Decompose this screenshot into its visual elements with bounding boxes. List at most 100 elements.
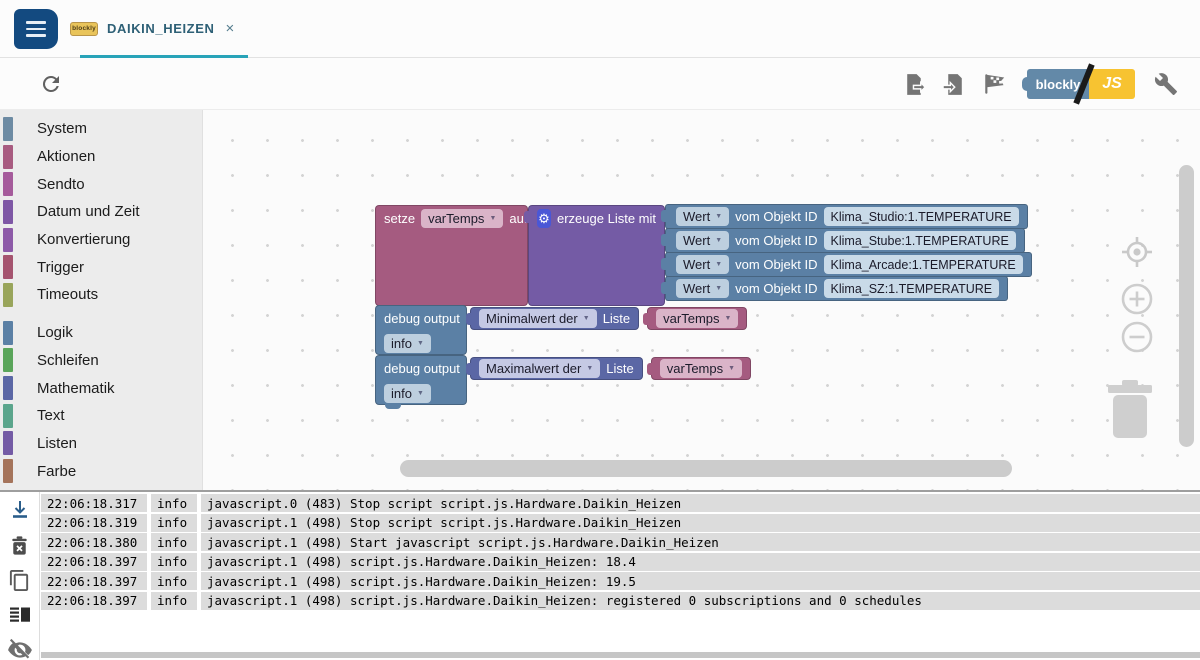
palette-category-trigger[interactable]: Trigger: [0, 253, 202, 281]
palette-category-text[interactable]: Text: [0, 402, 202, 430]
log-output: 22:06:18.317infojavascript.0 (483) Stop …: [41, 494, 1200, 611]
block-get-value-4[interactable]: Wert ▼ vom Objekt ID Klima_SZ:1.TEMPERATU…: [665, 276, 1008, 301]
value-type: Wert: [683, 257, 710, 272]
value-type: Wert: [683, 233, 710, 248]
minmax-dropdown[interactable]: Minimalwert der ▼: [479, 309, 597, 328]
log-time: 22:06:18.397: [41, 572, 147, 590]
log-severity: info: [151, 494, 197, 512]
block-get-value-1[interactable]: Wert▼ vom Objekt ID Klima_Studio:1.TEMPE…: [665, 204, 1028, 229]
variable-dropdown[interactable]: varTemps▼: [660, 359, 742, 378]
log-copy-button[interactable]: [7, 568, 33, 592]
palette-category-logik[interactable]: Logik: [0, 319, 202, 347]
palette-category-system[interactable]: System: [0, 115, 202, 143]
value-type-dropdown[interactable]: Wert ▼: [676, 255, 729, 274]
value-type-dropdown[interactable]: Wert▼: [676, 231, 729, 250]
chevron-down-icon: ▼: [417, 390, 424, 397]
value-type: Wert: [683, 209, 710, 224]
variable-value: varTemps: [667, 361, 723, 376]
value-type: Wert: [683, 281, 710, 296]
set-label: setze: [384, 211, 415, 226]
palette-category-konvertierung[interactable]: Konvertierung: [0, 226, 202, 254]
palette-category-mathematik[interactable]: Mathematik: [0, 374, 202, 402]
block-get-variable-1[interactable]: varTemps▼: [647, 307, 747, 330]
block-debug-output-2[interactable]: debug output info▼: [375, 355, 467, 405]
log-clear-button[interactable]: [7, 533, 33, 557]
log-horizontal-scrollbar[interactable]: [41, 652, 1200, 658]
js-mode-label: JS: [1089, 69, 1135, 99]
object-id-field[interactable]: Klima_Stube:1.TEMPERATURE: [824, 231, 1016, 250]
log-level-dropdown[interactable]: info▼: [384, 384, 431, 403]
category-color-strip: [3, 117, 13, 141]
object-id-field[interactable]: Klima_SZ:1.TEMPERATURE: [824, 279, 1000, 298]
log-level: info: [391, 336, 412, 351]
value-type-dropdown[interactable]: Wert▼: [676, 207, 729, 226]
category-label: Text: [37, 407, 65, 424]
log-level-dropdown[interactable]: info▼: [384, 334, 431, 353]
blockly-js-toggle[interactable]: blockly JS: [1027, 69, 1135, 99]
log-panel: 22:06:18.317infojavascript.0 (483) Stop …: [0, 492, 1200, 660]
import-blocks-button[interactable]: [942, 72, 967, 97]
puzzle-nub-icon: [1022, 77, 1032, 91]
refresh-icon: [39, 72, 63, 96]
palette-category-datum-und-zeit[interactable]: Datum und Zeit: [0, 198, 202, 226]
palette-category-aktionen[interactable]: Aktionen: [0, 143, 202, 171]
palette-category-listen[interactable]: Listen: [0, 430, 202, 458]
block-get-value-2[interactable]: Wert▼ vom Objekt ID Klima_Stube:1.TEMPER…: [665, 228, 1025, 253]
variable-dropdown[interactable]: varTemps▼: [656, 309, 738, 328]
gear-icon[interactable]: ⚙: [537, 209, 551, 228]
tab-close-icon[interactable]: ×: [223, 19, 236, 38]
category-label: Trigger: [37, 259, 84, 276]
log-download-button[interactable]: [7, 498, 33, 522]
debug-input-row-1: Minimalwert der▼ Liste varTemps▼: [470, 307, 747, 330]
variable-dropdown[interactable]: varTemps▼: [421, 209, 503, 228]
minmax-value: Minimalwert der: [486, 311, 578, 326]
object-id-field[interactable]: Klima_Arcade:1.TEMPERATURE: [824, 255, 1023, 274]
log-row: 22:06:18.380infojavascript.1 (498) Start…: [41, 533, 1200, 551]
minmax-dropdown[interactable]: Maximalwert der▼: [479, 359, 600, 378]
log-row: 22:06:18.397infojavascript.1 (498) scrip…: [41, 592, 1200, 610]
canvas-horizontal-scrollbar[interactable]: [400, 460, 1012, 477]
block-list-minmax-1[interactable]: Minimalwert der▼ Liste: [470, 307, 639, 330]
palette-category-farbe[interactable]: Farbe: [0, 457, 202, 485]
canvas-vertical-scrollbar[interactable]: [1179, 165, 1194, 447]
value-type-dropdown[interactable]: Wert ▼: [676, 279, 729, 298]
gear-glyph: ⚙: [538, 211, 550, 227]
chevron-down-icon: ▼: [583, 315, 590, 322]
category-color-strip: [3, 200, 13, 224]
zoom-reset-button[interactable]: [1119, 234, 1155, 275]
blockly-canvas[interactable]: setze varTemps▼ auf ⚙ erzeuge Liste mit …: [203, 110, 1200, 490]
category-color-strip: [3, 172, 13, 196]
object-id-field[interactable]: Klima_Studio:1.TEMPERATURE: [824, 207, 1019, 226]
plus-icon: [1120, 282, 1154, 316]
block-get-variable-2[interactable]: varTemps▼: [651, 357, 751, 380]
category-color-strip: [3, 404, 13, 428]
editor-toolbar: blockly JS: [0, 58, 1200, 110]
log-hide-button[interactable]: [7, 638, 33, 660]
category-color-strip: [3, 431, 13, 455]
zoom-out-button[interactable]: [1120, 320, 1154, 359]
block-set-variable[interactable]: setze varTemps▼ auf: [375, 205, 528, 306]
block-list-minmax-2[interactable]: Maximalwert der▼ Liste: [470, 357, 643, 380]
tab-daikin-heizen[interactable]: blockly DAIKIN_HEIZEN ×: [66, 0, 246, 57]
workspace-trash-button[interactable]: [1105, 378, 1155, 445]
palette-category-schleifen[interactable]: Schleifen: [0, 347, 202, 375]
check-blocks-button[interactable]: [982, 71, 1008, 97]
export-blocks-button[interactable]: [902, 72, 927, 97]
chevron-down-icon: ▼: [715, 261, 722, 268]
settings-wrench-button[interactable]: [1154, 72, 1178, 96]
block-debug-output-1[interactable]: debug output info▼: [375, 305, 467, 355]
log-layout-button[interactable]: [7, 603, 33, 627]
menu-button[interactable]: [14, 9, 58, 49]
block-create-list[interactable]: ⚙ erzeuge Liste mit: [528, 205, 665, 306]
from-object-label: vom Objekt ID: [735, 257, 817, 272]
category-color-strip: [3, 145, 13, 169]
palette-category-sendto[interactable]: Sendto: [0, 170, 202, 198]
chevron-down-icon: ▼: [715, 285, 722, 292]
palette-category-timeouts[interactable]: Timeouts: [0, 281, 202, 309]
category-label: Logik: [37, 324, 73, 341]
from-object-label: vom Objekt ID: [735, 281, 817, 296]
tab-label: DAIKIN_HEIZEN: [107, 21, 214, 36]
zoom-in-button[interactable]: [1120, 282, 1154, 321]
refresh-button[interactable]: [38, 71, 64, 97]
block-get-value-3[interactable]: Wert ▼ vom Objekt ID Klima_Arcade:1.TEMPE…: [665, 252, 1032, 277]
